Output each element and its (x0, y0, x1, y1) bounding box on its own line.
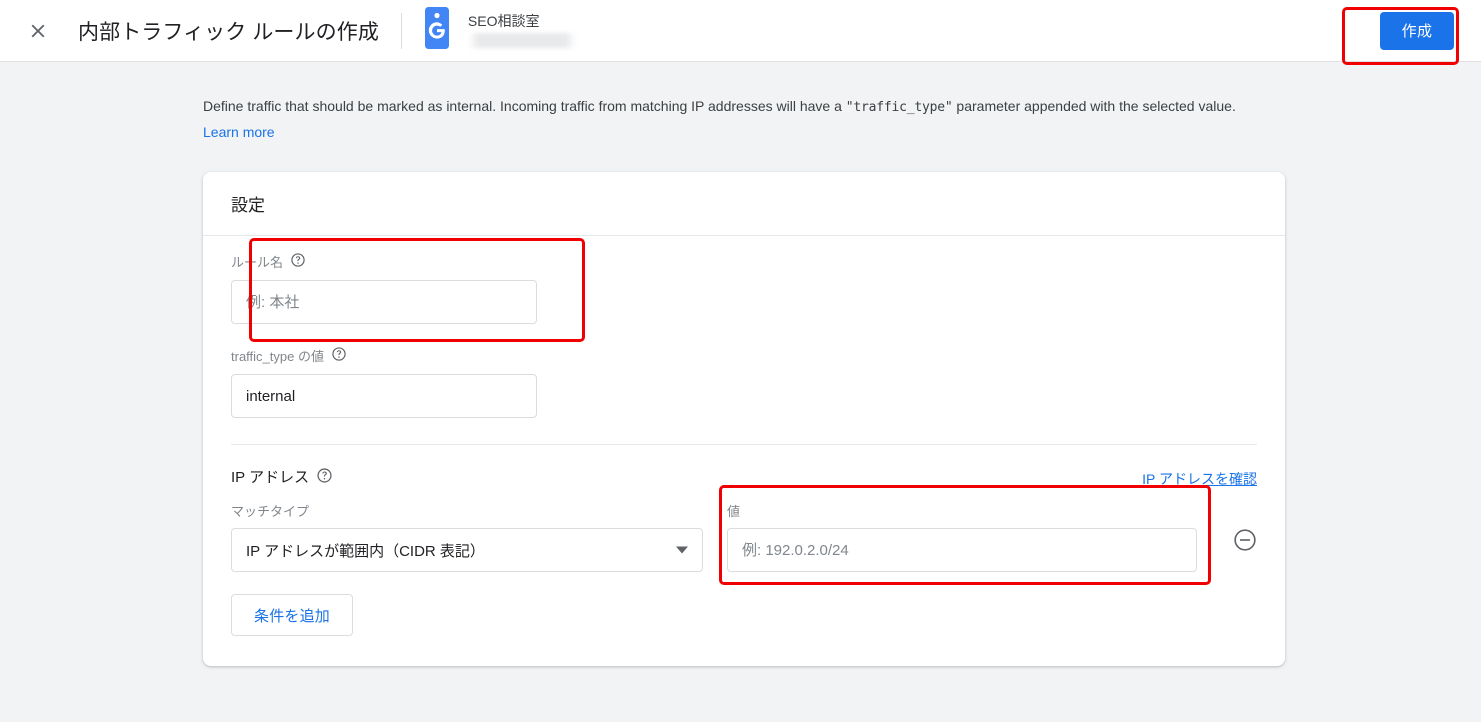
page-content: Define traffic that should be marked as … (0, 62, 1481, 666)
chevron-down-icon (676, 546, 688, 554)
description-part1: Define traffic that should be marked as … (203, 98, 846, 114)
settings-card: 設定 ルール名 例: 本社 traffic_type の値 internal I… (203, 172, 1285, 666)
create-button-wrapper: 作成 (1342, 5, 1461, 65)
value-column: 値 (719, 485, 1211, 585)
header-divider (400, 12, 402, 49)
check-ip-address-link[interactable]: IP アドレスを確認 (1142, 469, 1257, 489)
remove-condition-button[interactable] (1230, 527, 1260, 557)
help-circle-icon[interactable] (290, 252, 306, 273)
card-header: 設定 (203, 172, 1285, 236)
match-type-select[interactable]: IP アドレスが範囲内（CIDR 表記） (231, 528, 703, 572)
page-title: 内部トラフィック ルールの作成 (78, 20, 379, 44)
traffic-type-label: traffic_type の値 (231, 348, 324, 364)
app-header: 内部トラフィック ルールの作成 SEO相談室 作成 (0, 0, 1481, 65)
traffic-type-label-row: traffic_type の値 (231, 346, 1257, 367)
card-footer-spacer (231, 636, 1257, 666)
minus-circle-icon (1232, 527, 1258, 558)
traffic-type-input[interactable] (231, 374, 537, 418)
account-name: SEO相談室 (467, 13, 540, 29)
account-info[interactable]: SEO相談室 (420, 6, 576, 55)
page-description: Define traffic that should be marked as … (203, 62, 1263, 145)
card-body: ルール名 traffic_type の値 (203, 236, 1285, 666)
rule-name-input[interactable] (231, 280, 537, 324)
match-type-column: マッチタイプ IP アドレスが範囲内（CIDR 表記） (231, 503, 711, 572)
google-tag-icon (420, 6, 454, 55)
ip-address-label-row: IP アドレス (231, 467, 333, 489)
add-condition-button[interactable]: 条件を追加 (231, 594, 354, 636)
ip-section-header: IP アドレス IP アドレスを確認 (231, 445, 1257, 489)
help-circle-icon[interactable] (331, 346, 347, 367)
ip-address-label: IP アドレス (231, 469, 310, 486)
learn-more-link[interactable]: Learn more (203, 124, 275, 140)
match-type-selected-value: IP アドレスが範囲内（CIDR 表記） (246, 542, 485, 560)
help-circle-icon[interactable] (316, 467, 333, 489)
ip-value-input[interactable] (727, 528, 1197, 572)
description-code: "traffic_type" (845, 100, 953, 115)
account-text: SEO相談室 (467, 13, 576, 48)
create-button[interactable]: 作成 (1380, 11, 1454, 50)
property-redacted (467, 33, 576, 48)
rule-name-label-row: ルール名 (231, 252, 1257, 273)
match-type-label: マッチタイプ (231, 504, 310, 519)
description-part2: parameter appended with the selected val… (952, 98, 1236, 114)
value-label: 値 (727, 504, 741, 519)
ip-condition-row: マッチタイプ IP アドレスが範囲内（CIDR 表記） 値 (231, 485, 1260, 585)
close-button[interactable] (18, 11, 58, 51)
close-icon (27, 20, 49, 42)
traffic-type-block: traffic_type の値 (231, 324, 1257, 418)
rule-name-label: ルール名 (231, 254, 284, 270)
rule-name-block: ルール名 (231, 236, 1257, 342)
